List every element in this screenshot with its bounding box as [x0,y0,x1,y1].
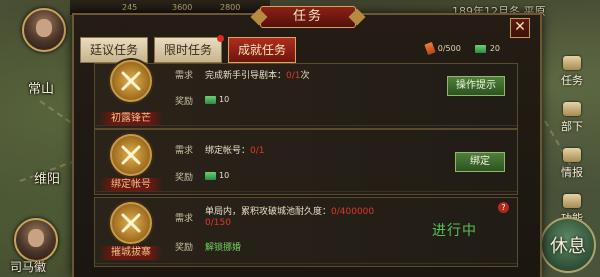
resource-value: 245 [122,3,138,12]
badge-emblem [110,60,152,102]
requirement-suffix: 次 [300,71,310,81]
dialog-title: 任务 [260,6,356,28]
badge-label: 初露锋芒 [99,112,163,126]
side-menu-troops[interactable]: 部下 [552,98,592,138]
task-badge: 摧城拔寨 [99,198,163,264]
intel-icon [563,148,581,162]
requirement-progress: 0/400000 [331,207,375,217]
requirement-label: 需求 [175,214,194,224]
banknote-icon [474,44,486,53]
badge-emblem [110,202,152,244]
requirement-progress-2: 0/150 [205,218,231,228]
task-card: 绑定帐号 需求 绑定帐号：0/1 奖励 10 绑定 [94,129,518,195]
bind-button[interactable]: 绑定 [455,152,505,172]
help-icon[interactable]: ? [498,202,509,213]
reward-text: 解锁挪婚 [205,243,242,253]
badge-label: 绑定帐号 [99,178,163,192]
tab-label: 廷议任务 [90,43,139,57]
in-progress-status: 进行中 [432,223,477,239]
close-button[interactable]: ✕ [510,18,530,38]
tab-timed-tasks[interactable]: 限时任务 [154,35,225,63]
tab-court-tasks[interactable]: 廷议任务 [80,37,149,63]
badge-emblem [110,134,152,176]
task-badge: 绑定帐号 [99,130,163,196]
requirement-text: 完成新手引导剧本：0/1次 [205,68,310,81]
task-tabs: 廷议任务 限时任务 成就任务 [80,35,297,63]
reward-label: 奖励 [175,97,194,107]
bill-counter: 20 [474,44,500,53]
requirement-label: 需求 [175,71,194,81]
side-menu: 任务 部下 情报 功能 [550,52,594,230]
crossed-swords-icon [121,145,141,165]
scroll-counter: 0/500 [424,41,461,56]
reward-label: 奖励 [175,243,194,253]
task-dialog: 任务 ✕ 廷议任务 限时任务 成就任务 0/500 20 初露锋芒 需求 完成新… [72,6,542,277]
requirement-desc: 完成新手引导剧本： [205,71,287,81]
task-card: 摧城拔寨 需求 单局内，累积攻破城池耐久度：0/400000 0/150 奖励 … [94,197,518,267]
requirement-text: 绑定帐号：0/1 [205,143,265,156]
reward: 10 [205,171,229,180]
tab-label: 限时任务 [164,43,213,57]
crossed-swords-icon [121,213,141,233]
lord-portrait[interactable] [22,8,66,52]
scroll-count: 0/500 [437,44,461,53]
function-icon [563,194,581,208]
side-menu-intel[interactable]: 情报 [552,144,592,184]
crossed-swords-icon [121,71,141,91]
task-badge: 初露锋芒 [99,60,163,130]
requirement-progress: 0/1 [286,71,301,81]
requirement-desc: 单局内，累积攻破城池耐久度： [205,207,332,217]
requirement-text: 单局内，累积攻破城池耐久度：0/400000 [205,204,374,217]
requirement-desc: 绑定帐号： [205,146,251,156]
bill-count: 20 [489,44,500,53]
resource-value: 2800 [220,3,241,12]
reward-amount: 10 [219,95,230,104]
reward-amount: 10 [219,171,230,180]
task-card: 初露锋芒 需求 完成新手引导剧本：0/1次 奖励 10 操作提示 [94,60,518,130]
currency-counters: 0/500 20 [424,41,500,56]
rest-button[interactable]: 休息 [540,217,596,273]
hint-button[interactable]: 操作提示 [447,76,505,96]
reward: 10 [205,95,229,104]
requirement-text-2: 0/150 [205,218,231,228]
troops-icon [563,102,581,116]
badge-label: 摧城拔寨 [99,246,163,260]
requirement-progress: 0/1 [250,146,265,156]
reward-label: 奖励 [175,173,194,183]
notification-dot [217,35,225,42]
banknote-icon [205,171,216,180]
portrait-face [28,228,44,247]
portrait-face [36,18,52,37]
tab-label: 成就任务 [238,43,287,57]
advisor-name: 司马徽 [10,260,47,274]
requirement-label: 需求 [175,146,194,156]
resource-value: 3600 [172,3,193,12]
side-menu-quest[interactable]: 任务 [552,52,592,92]
tab-achievement-tasks[interactable]: 成就任务 [228,37,297,63]
city-label[interactable]: 维阳 [34,168,60,187]
banknote-icon [205,95,216,104]
quest-icon [563,56,581,70]
scroll-icon [424,41,436,56]
side-menu-label: 部下 [561,120,583,133]
side-menu-label: 情报 [561,166,583,179]
side-menu-label: 任务 [561,74,583,87]
advisor-portrait[interactable] [14,218,58,262]
city-label[interactable]: 常山 [28,78,54,97]
